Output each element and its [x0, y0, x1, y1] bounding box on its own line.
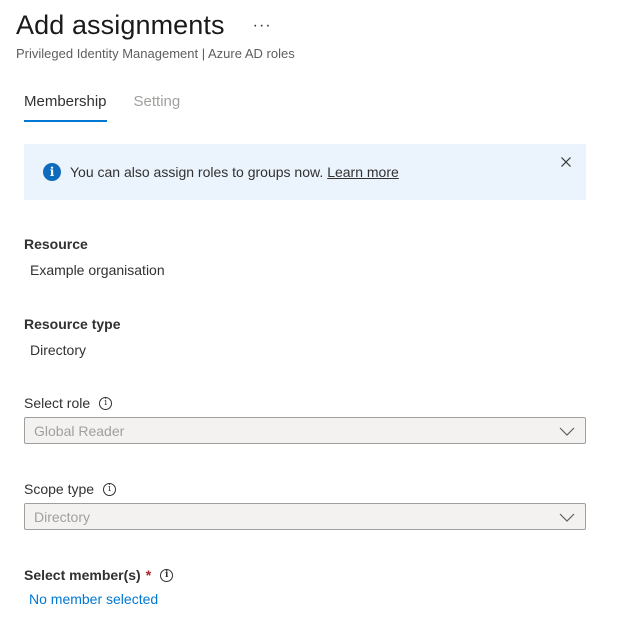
chevron-down-icon: [559, 427, 575, 436]
scope-type-dropdown[interactable]: Directory: [24, 503, 586, 530]
select-role-dropdown[interactable]: Global Reader: [24, 417, 586, 444]
page-title: Add assignments: [16, 10, 225, 40]
info-banner: i You can also assign roles to groups no…: [24, 144, 586, 200]
scope-type-info-icon[interactable]: i: [103, 482, 117, 496]
close-icon[interactable]: [558, 154, 574, 170]
select-role-value: Global Reader: [34, 422, 125, 439]
select-role-label: Select role i: [24, 395, 113, 411]
resource-value: Example organisation: [30, 262, 165, 278]
tab-setting[interactable]: Setting: [134, 92, 181, 122]
page-header: Add assignments ··· Privileged Identity …: [16, 8, 295, 62]
banner-text: You can also assign roles to groups now.: [70, 164, 324, 180]
select-role-info-icon[interactable]: i: [99, 396, 113, 410]
scope-type-label-text: Scope type: [24, 481, 95, 497]
resource-type-label-text: Resource type: [24, 316, 121, 332]
select-members-info-icon[interactable]: i: [160, 568, 174, 582]
select-role-label-text: Select role: [24, 395, 91, 411]
title-row: Add assignments ···: [16, 8, 295, 42]
more-options-icon[interactable]: ···: [253, 18, 272, 34]
select-members-label-text: Select member(s): [24, 567, 141, 583]
page-subtitle: Privileged Identity Management | Azure A…: [16, 46, 295, 61]
scope-type-value: Directory: [34, 508, 91, 525]
resource-type-value: Directory: [30, 342, 87, 358]
no-member-selected-link[interactable]: No member selected: [29, 591, 158, 607]
resource-label: Resource: [24, 236, 88, 252]
info-icon: i: [43, 163, 61, 181]
tab-bar: Membership Setting: [24, 92, 207, 122]
tab-membership[interactable]: Membership: [24, 92, 107, 122]
required-marker: *: [145, 567, 152, 583]
resource-label-text: Resource: [24, 236, 88, 252]
learn-more-link[interactable]: Learn more: [327, 164, 399, 180]
scope-type-label: Scope type i: [24, 481, 117, 497]
resource-type-label: Resource type: [24, 316, 120, 332]
chevron-down-icon: [559, 513, 575, 522]
select-members-label: Select member(s) * i: [24, 567, 174, 583]
